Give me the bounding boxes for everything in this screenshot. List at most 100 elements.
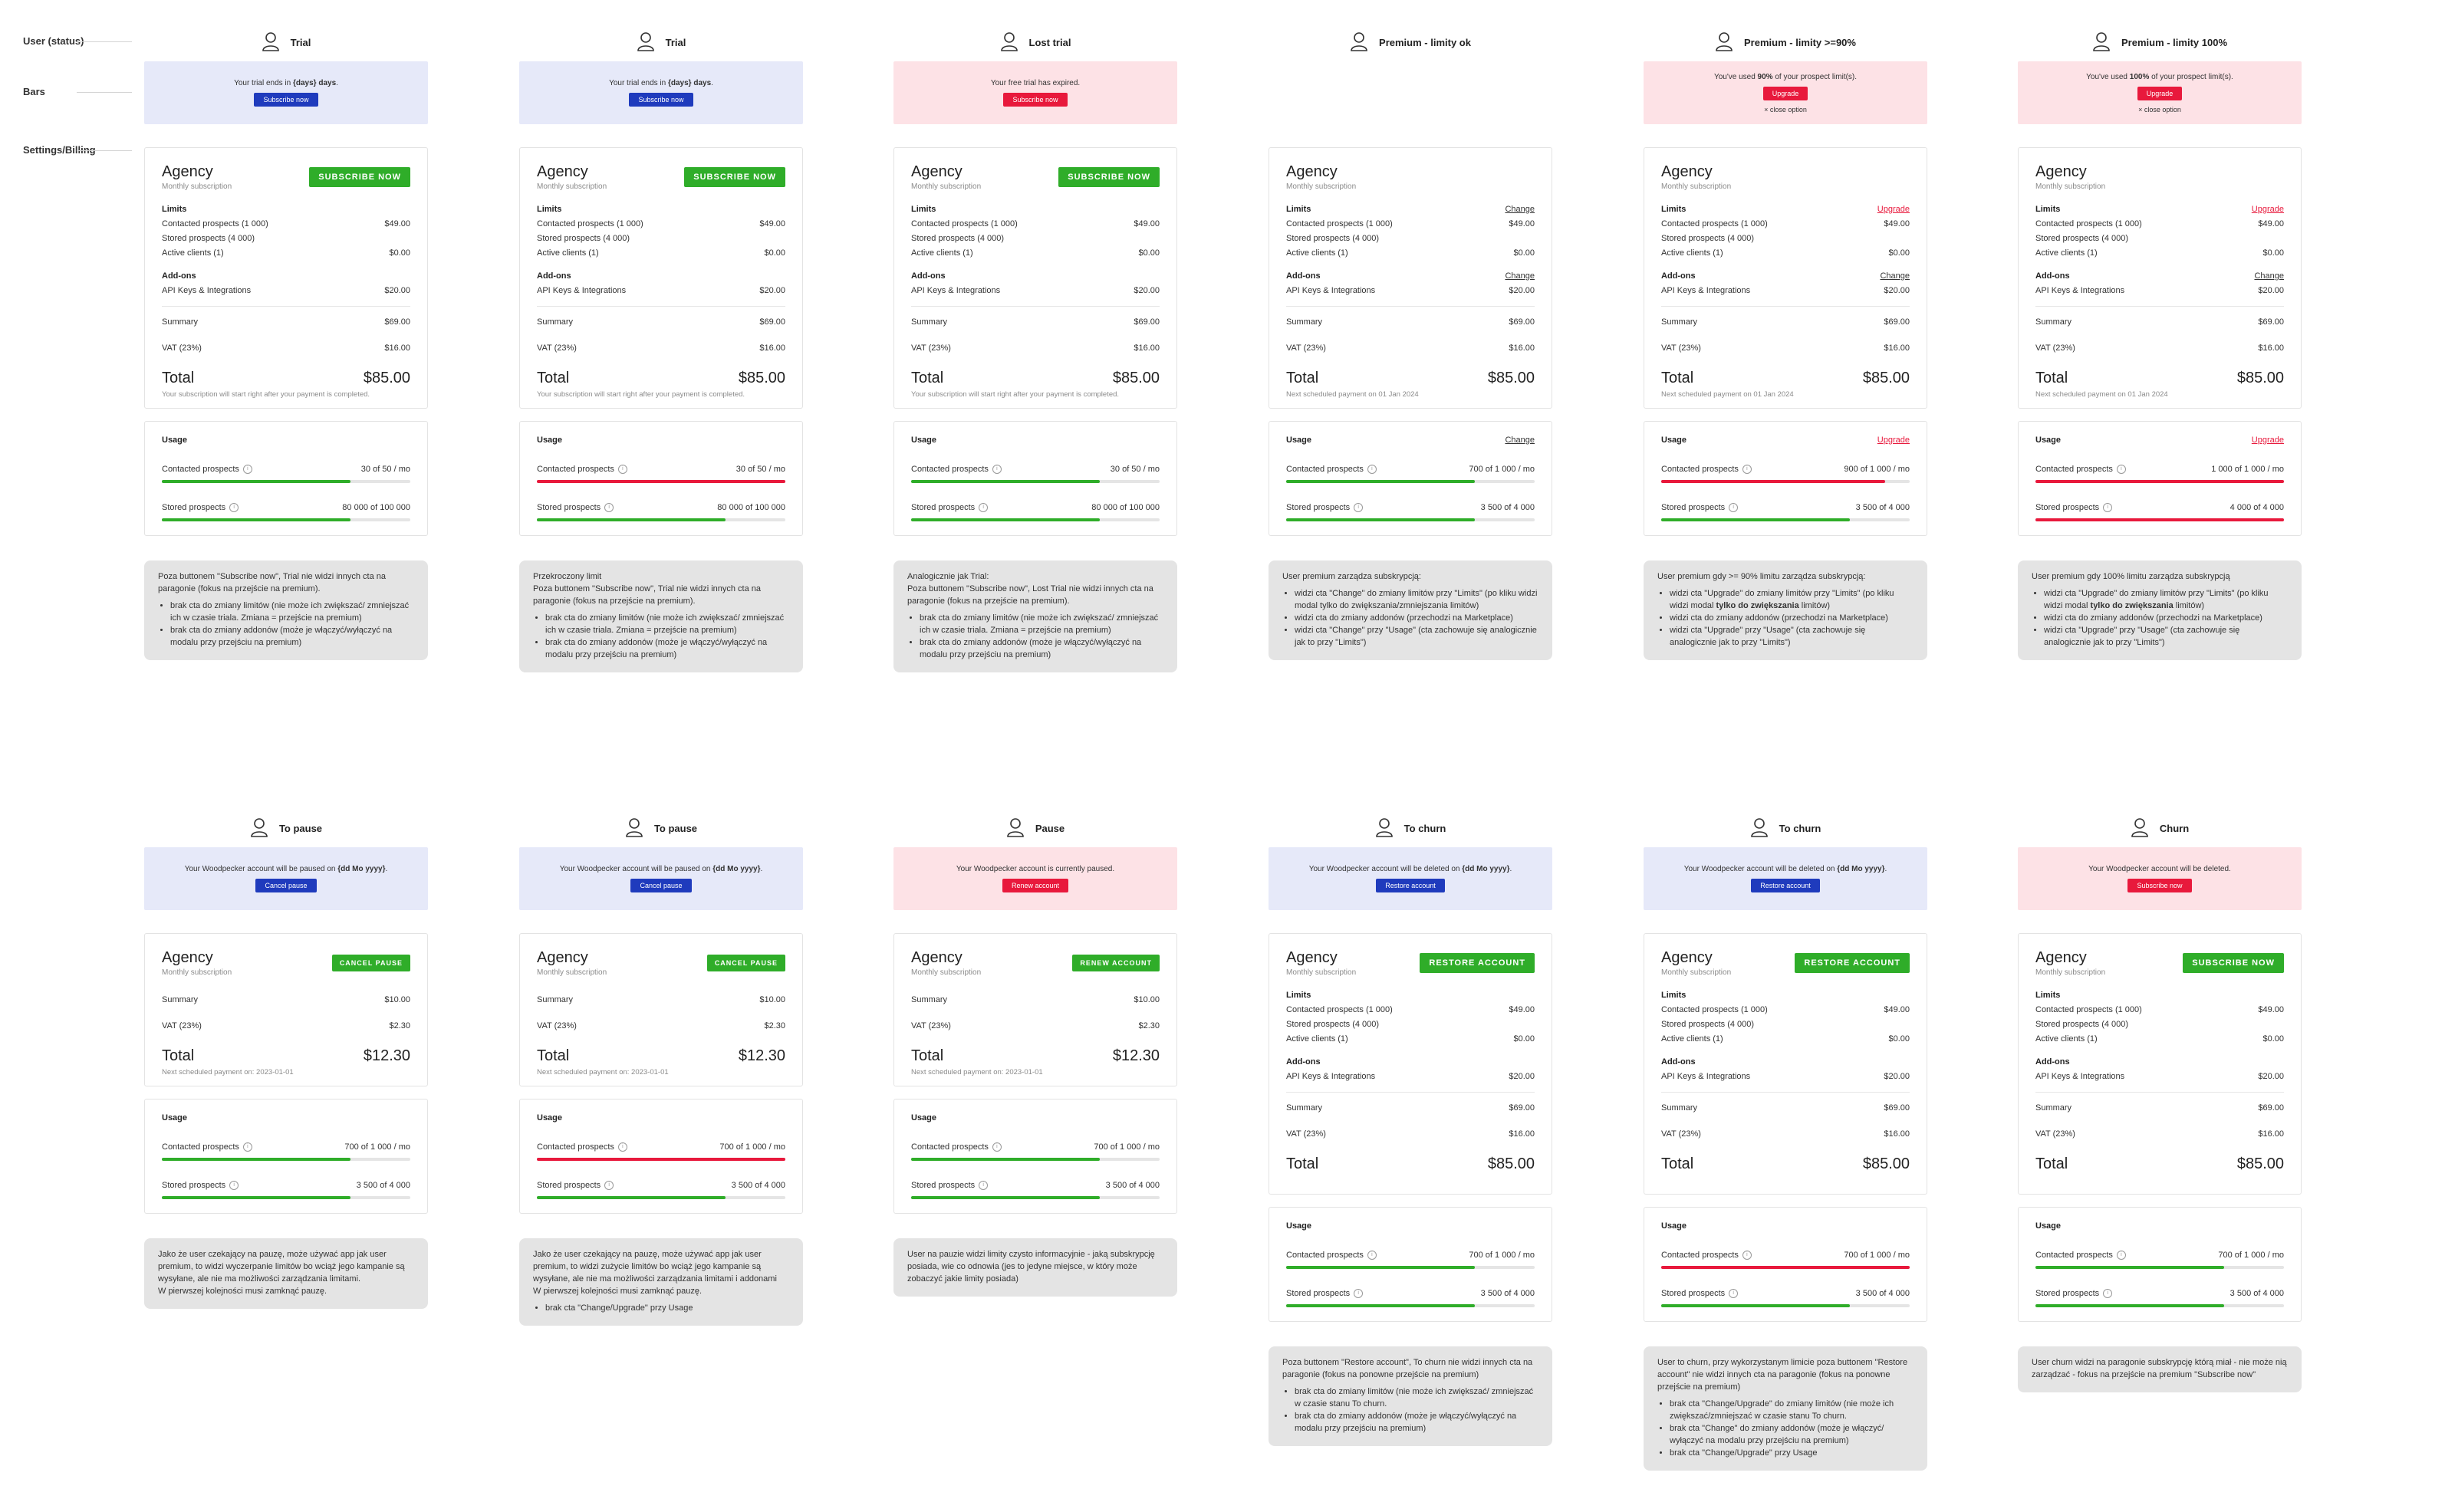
note-bullet: widzi cta "Upgrade" do zmiany limitów pr… xyxy=(2044,588,2288,613)
info-icon[interactable]: i xyxy=(242,465,252,475)
bar-action-button[interactable]: Upgrade xyxy=(2137,86,2183,100)
info-icon[interactable]: i xyxy=(979,1181,989,1191)
limits-change-link[interactable]: Change xyxy=(1505,205,1535,214)
primary-action-button[interactable]: RENEW ACCOUNT xyxy=(1072,955,1160,971)
primary-action-button[interactable]: RESTORE ACCOUNT xyxy=(1795,953,1910,973)
addon-item: API Keys & Integrations $20.00 xyxy=(911,286,1160,295)
line-item: Contacted prospects (1 000) $49.00 xyxy=(1661,219,1910,228)
close-option[interactable]: × close option xyxy=(1764,106,1807,113)
primary-action-button[interactable]: CANCEL PAUSE xyxy=(331,955,410,971)
vat-value: $16.00 xyxy=(759,343,785,353)
note-bullets: widzi cta "Upgrade" do zmiany limitów pr… xyxy=(2032,588,2288,649)
bar-action-button[interactable]: Subscribe now xyxy=(2127,879,2192,892)
addons-label: Add-ons xyxy=(2035,1057,2070,1067)
primary-action-button[interactable]: SUBSCRIBE NOW xyxy=(684,167,785,187)
bar-message: You've used 100% of your prospect limit(… xyxy=(2086,72,2233,81)
info-icon[interactable]: i xyxy=(1729,1289,1739,1299)
summary-label: Summary xyxy=(911,995,948,1004)
total-value: $85.00 xyxy=(1487,1155,1535,1172)
info-icon[interactable]: i xyxy=(604,1181,614,1191)
column-header: Lost trial xyxy=(893,23,1177,61)
info-icon[interactable]: i xyxy=(1354,503,1364,513)
contacted-prospects-label: Contacted prospects i xyxy=(911,1142,1002,1152)
primary-action-button[interactable]: RESTORE ACCOUNT xyxy=(1420,953,1535,973)
usage-change-link[interactable]: Change xyxy=(1505,436,1535,445)
info-icon[interactable]: i xyxy=(979,503,989,513)
usage-card: Usage Contacted prospects i 30 of 50 / mo St… xyxy=(144,421,428,537)
info-icon[interactable]: i xyxy=(992,1142,1002,1152)
addon-value: $20.00 xyxy=(2258,1072,2284,1081)
vat-row: VAT (23%) $16.00 xyxy=(537,343,785,353)
primary-action-button[interactable]: SUBSCRIBE NOW xyxy=(1058,167,1160,187)
contacted-prospects-progress-fill xyxy=(911,1158,1101,1162)
bar-action-button[interactable]: Renew account xyxy=(1002,879,1069,892)
summary-label: Summary xyxy=(1286,1103,1323,1113)
line-item-label: Stored prospects (4 000) xyxy=(911,234,1005,243)
info-icon[interactable]: i xyxy=(1367,1251,1377,1261)
addons-section-header: Add-ons Change xyxy=(1286,271,1535,281)
bar-action-button[interactable]: Subscribe now xyxy=(254,93,318,107)
primary-action-button[interactable]: CANCEL PAUSE xyxy=(706,955,785,971)
info-icon[interactable]: i xyxy=(1729,503,1739,513)
bar-action-button[interactable]: Restore account xyxy=(1376,879,1445,892)
primary-action-button[interactable]: SUBSCRIBE NOW xyxy=(2183,953,2284,973)
addons-label: Add-ons xyxy=(1661,271,1696,281)
vat-row: VAT (23%) $2.30 xyxy=(537,1021,785,1030)
usage-change-link[interactable]: Upgrade xyxy=(1877,436,1910,445)
vat-label: VAT (23%) xyxy=(2035,1129,2075,1139)
usage-header: Usage Upgrade xyxy=(2035,436,2284,445)
line-item: Contacted prospects (1 000) $49.00 xyxy=(537,219,785,228)
total-label: Total xyxy=(162,1047,195,1064)
info-icon[interactable]: i xyxy=(617,465,627,475)
info-icon[interactable]: i xyxy=(1354,1289,1364,1299)
info-icon[interactable]: i xyxy=(2103,1289,2113,1299)
line-item: Active clients (1) $0.00 xyxy=(537,248,785,258)
addons-change-link[interactable]: Change xyxy=(1505,271,1535,281)
close-option[interactable]: × close option xyxy=(2138,106,2181,113)
vat-label: VAT (23%) xyxy=(162,1021,202,1030)
plan-info: Agency Monthly subscription xyxy=(911,949,981,977)
addons-change-link[interactable]: Change xyxy=(2254,271,2284,281)
bar-action-button[interactable]: Cancel pause xyxy=(255,879,317,892)
line-item-label: Active clients (1) xyxy=(2035,1034,2098,1044)
total-label: Total xyxy=(1661,370,1694,386)
bar-action-button[interactable]: Restore account xyxy=(1751,879,1820,892)
total-row: Total $85.00 xyxy=(1661,370,1910,387)
limits-change-link[interactable]: Upgrade xyxy=(1877,205,1910,214)
bar-action-button[interactable]: Upgrade xyxy=(1762,86,1808,100)
user-icon xyxy=(1000,31,1018,54)
plan-name: Agency xyxy=(2035,163,2087,180)
bar-action-button[interactable]: Cancel pause xyxy=(630,879,692,892)
billing-card: Agency Monthly subscription RENEW ACCOUNT S… xyxy=(893,933,1177,1086)
info-icon[interactable]: i xyxy=(2116,465,2126,475)
info-icon[interactable]: i xyxy=(1742,1251,1752,1261)
limits-change-link[interactable]: Upgrade xyxy=(2252,205,2284,214)
usage-change-link[interactable]: Upgrade xyxy=(2252,436,2284,445)
info-icon[interactable]: i xyxy=(1367,465,1377,475)
info-icon[interactable]: i xyxy=(2116,1251,2126,1261)
row-divider xyxy=(77,150,132,151)
note-bullets: brak cta do zmiany limitów (nie może ich… xyxy=(907,613,1163,662)
info-icon[interactable]: i xyxy=(604,503,614,513)
bar-action-button[interactable]: Subscribe now xyxy=(1003,93,1068,107)
note-intro: User churn widzi na paragonie subskrypcj… xyxy=(2032,1358,2287,1380)
info-icon[interactable]: i xyxy=(1742,465,1752,475)
note-bullets: brak cta "Change/Upgrade" do zmiany limi… xyxy=(1657,1399,1914,1460)
info-icon[interactable]: i xyxy=(2103,503,2113,513)
line-item: Stored prospects (4 000) xyxy=(911,234,1160,243)
card-header: Agency Monthly subscription xyxy=(1661,163,1910,191)
info-icon[interactable]: i xyxy=(229,1181,239,1191)
bar-action-button[interactable]: Subscribe now xyxy=(629,93,693,107)
billing-card: Agency Monthly subscription SUBSCRIBE NOW L… xyxy=(144,147,428,409)
stored-prospects-value: 3 500 of 4 000 xyxy=(1855,503,1910,513)
status-column: Trial Your trial ends in {days} days. Subs… xyxy=(144,23,428,660)
info-icon[interactable]: i xyxy=(992,465,1002,475)
addons-change-link[interactable]: Change xyxy=(1880,271,1910,281)
usage-header: Usage xyxy=(911,1113,1160,1122)
info-icon[interactable]: i xyxy=(242,1142,252,1152)
vat-label: VAT (23%) xyxy=(537,1021,577,1030)
contacted-prospects-progress-fill xyxy=(2035,480,2284,484)
info-icon[interactable]: i xyxy=(617,1142,627,1152)
primary-action-button[interactable]: SUBSCRIBE NOW xyxy=(309,167,410,187)
info-icon[interactable]: i xyxy=(229,503,239,513)
